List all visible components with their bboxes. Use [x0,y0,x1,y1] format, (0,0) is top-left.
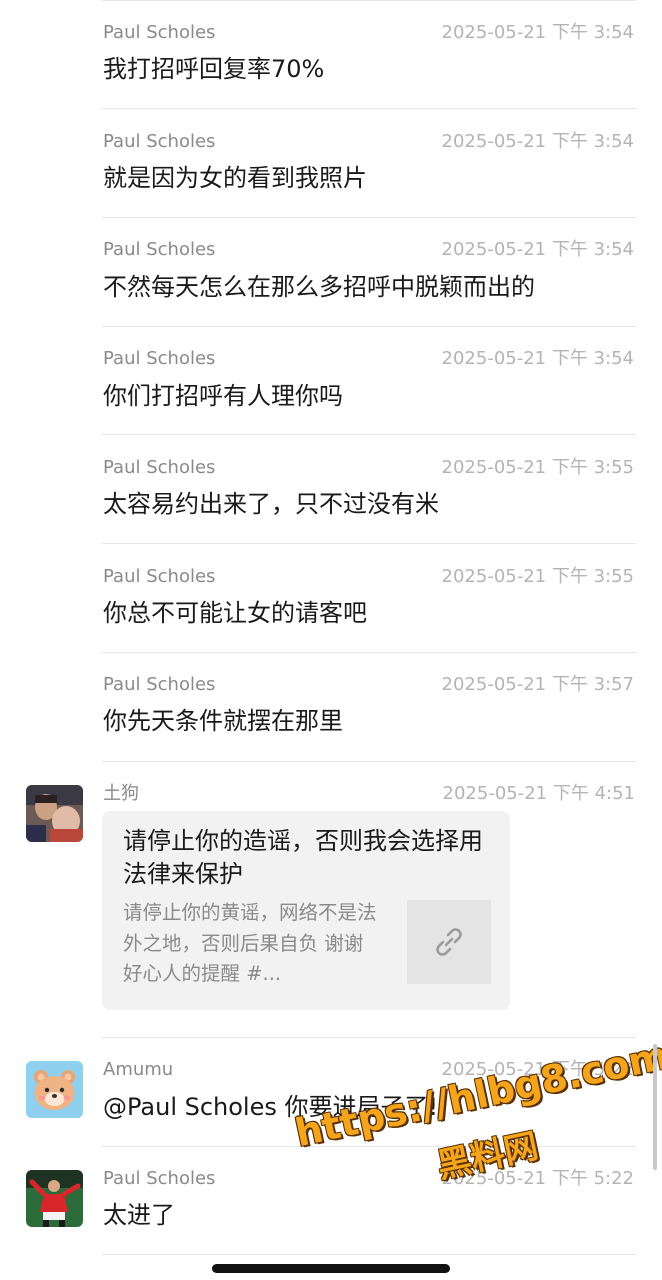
avatar[interactable] [26,1170,83,1227]
message-text: 你先天条件就摆在那里 [103,707,343,735]
timestamp: 2025-05-21 下午 3:54 [441,348,634,369]
link-card-thumbnail [407,900,491,984]
sender-name[interactable]: Paul Scholes [103,674,215,696]
divider [102,543,636,544]
message-text: 你们打招呼有人理你吗 [103,382,343,410]
timestamp: 2025-05-21 下午 3:54 [441,239,634,260]
divider [102,217,636,218]
divider [102,326,636,327]
sender-name[interactable]: Paul Scholes [103,566,215,588]
sender-name[interactable]: Paul Scholes [103,1168,215,1190]
timestamp: 2025-05-21 下午 4:51 [442,783,635,804]
sender-name[interactable]: Paul Scholes [103,348,215,370]
divider [102,434,636,435]
sender-name[interactable]: Paul Scholes [103,239,215,261]
sender-name[interactable]: Paul Scholes [103,457,215,479]
link-card-title: 请停止你的造谣，否则我会选择用法律来保护 [123,827,483,888]
home-indicator[interactable] [212,1264,450,1273]
sender-name[interactable]: Amumu [103,1059,173,1081]
avatar[interactable] [26,1061,83,1118]
divider [102,108,636,109]
divider [102,1037,636,1038]
avatar-photo-icon [26,785,83,842]
message-text: 你总不可能让女的请客吧 [103,599,367,627]
link-card[interactable]: 请停止你的造谣，否则我会选择用法律来保护 请停止你的黄谣，网络不是法外之地，否则… [102,811,510,1010]
sender-name[interactable]: Paul Scholes [103,131,215,153]
divider [102,0,636,1]
timestamp: 2025-05-21 下午 3:57 [441,674,634,695]
avatar[interactable] [26,785,83,842]
watermark-label: 黑料网 [433,1126,542,1187]
timestamp: 2025-05-21 下午 3:55 [441,457,634,478]
link-card-description: 请停止你的黄谣，网络不是法外之地，否则后果自负 谢谢好心人的提醒 #... [123,901,377,985]
scrollbar[interactable] [653,1044,657,1170]
message-text: 我打招呼回复率70% [103,55,325,83]
divider [102,761,636,762]
sender-name[interactable]: 土狗 [103,783,139,805]
player-avatar-icon [26,1170,83,1227]
divider [102,652,636,653]
link-icon [436,928,462,956]
message-text: 太容易约出来了，只不过没有米 [103,490,439,518]
message-text: 就是因为女的看到我照片 [103,164,367,192]
divider [102,1254,636,1255]
timestamp: 2025-05-21 下午 3:55 [441,566,634,587]
sender-name[interactable]: Paul Scholes [103,22,215,44]
message-text: 不然每天怎么在那么多招呼中脱颖而出的 [103,273,535,301]
timestamp: 2025-05-21 下午 3:54 [441,131,634,152]
timestamp: 2025-05-21 下午 3:54 [441,22,634,43]
bear-avatar-icon [26,1061,83,1118]
